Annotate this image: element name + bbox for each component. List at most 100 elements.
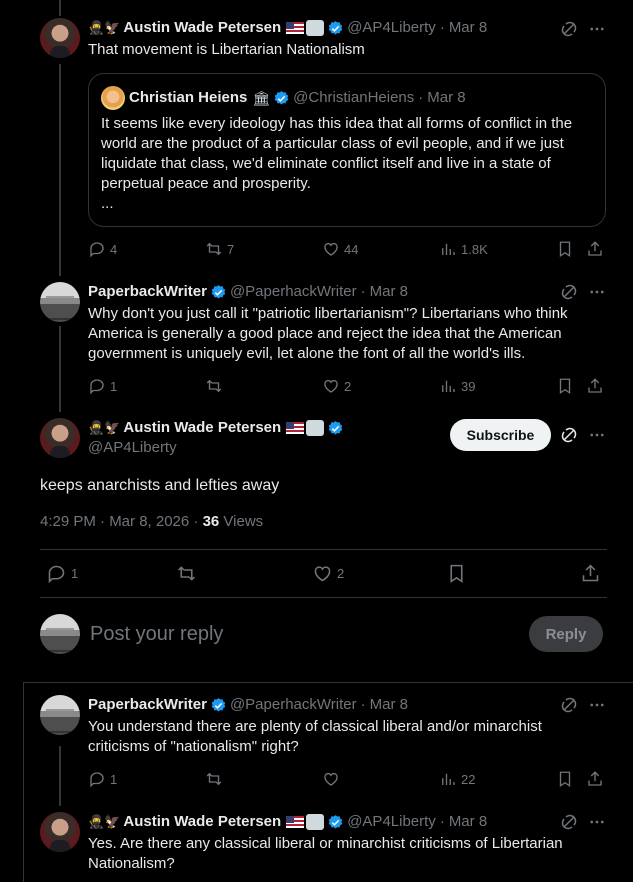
repost-icon <box>178 566 195 581</box>
thread-line <box>59 64 61 276</box>
share-button[interactable] <box>586 770 604 788</box>
avatar[interactable] <box>40 812 80 852</box>
author-handle[interactable]: @AP4Liberty <box>347 18 436 38</box>
analytics-icon <box>442 380 455 392</box>
bookmark-button[interactable] <box>446 563 467 584</box>
share-button[interactable] <box>586 240 604 258</box>
quote-author-handle[interactable]: @ChristianHeiens <box>293 88 414 108</box>
avatar[interactable] <box>40 18 80 58</box>
like-button[interactable]: 44 <box>322 240 358 258</box>
timestamp-text[interactable]: 4:29 PM · Mar 8, 2026 · <box>40 513 203 530</box>
like-count: 2 <box>337 566 345 581</box>
analytics-icon <box>442 243 455 255</box>
name-emoji: 🥷🦅 <box>88 420 121 435</box>
more-options-icon[interactable] <box>588 283 606 306</box>
avatar[interactable] <box>40 418 80 458</box>
views-button[interactable]: 22 <box>439 770 475 788</box>
share-icon <box>582 564 599 582</box>
bookmark-button[interactable] <box>556 770 574 788</box>
views-count: 1.8K <box>461 241 488 257</box>
repost-button[interactable]: 7 <box>205 240 234 258</box>
separator: · <box>418 89 424 106</box>
share-icon <box>588 771 602 786</box>
reply-button[interactable]: 4 <box>88 240 117 258</box>
repost-button[interactable] <box>176 563 201 584</box>
repost-icon <box>206 772 222 786</box>
author-name[interactable]: Austin Wade Petersen <box>123 18 281 38</box>
thread-line <box>59 746 61 806</box>
like-button[interactable]: 2 <box>322 377 351 395</box>
post-date[interactable]: Mar 8 <box>370 282 408 302</box>
subscribe-button[interactable]: Subscribe <box>450 419 551 451</box>
bank-icon: 🏛 <box>252 90 271 106</box>
quote-header: Christian Heiens 🏛 @ChristianHeiens · Ma… <box>129 88 466 108</box>
grok-icon[interactable] <box>560 426 578 449</box>
divider <box>23 682 633 683</box>
reply-icon <box>90 772 104 788</box>
bookmark-button[interactable] <box>556 377 574 395</box>
us-flag-icon <box>286 816 305 828</box>
author-name[interactable]: Austin Wade Petersen <box>123 418 281 438</box>
author-name[interactable]: PaperbackWriter <box>88 695 207 715</box>
repost-count: 7 <box>227 241 235 257</box>
author-handle[interactable]: @PaperhackWriter <box>230 282 357 302</box>
post-text: Why don't you just call it "patriotic li… <box>88 305 568 362</box>
post-date[interactable]: Mar 8 <box>449 812 487 832</box>
divider <box>40 597 607 598</box>
post-header: PaperbackWriter @PaperhackWriter · Mar 8 <box>88 695 408 715</box>
quote-author-name[interactable]: Christian Heiens <box>129 88 247 108</box>
avatar[interactable] <box>40 282 80 322</box>
author-handle[interactable]: @PaperhackWriter <box>230 695 357 715</box>
reply-button[interactable]: 1 <box>88 770 117 788</box>
like-button[interactable] <box>322 770 344 788</box>
author-name[interactable]: PaperbackWriter <box>88 282 207 302</box>
avatar[interactable] <box>40 695 80 735</box>
verified-badge-icon <box>211 284 226 299</box>
post-header: 🥷🦅 Austin Wade Petersen @AP4Liberty · Ma… <box>88 812 487 832</box>
bookmark-button[interactable] <box>556 240 574 258</box>
views-button[interactable]: 39 <box>439 377 475 395</box>
quote-avatar[interactable] <box>101 86 125 110</box>
quoted-post[interactable]: Christian Heiens 🏛 @ChristianHeiens · Ma… <box>88 73 606 227</box>
post-header: 🥷🦅 Austin Wade Petersen @AP4Liberty · Ma… <box>88 18 487 38</box>
quote-text: It seems like every ideology has this id… <box>101 115 573 192</box>
reply-count: 1 <box>110 771 118 787</box>
more-options-icon[interactable] <box>588 426 606 449</box>
reply-input[interactable]: Post your reply <box>90 622 223 646</box>
more-options-icon[interactable] <box>588 696 606 719</box>
post-handle-row: @AP4Liberty <box>88 438 177 458</box>
views-count: 36 <box>202 513 220 530</box>
share-button[interactable] <box>580 563 601 584</box>
views-count: 22 <box>461 771 476 787</box>
repost-button[interactable] <box>205 377 227 395</box>
views-button[interactable]: 1.8K <box>439 240 488 258</box>
like-button[interactable]: 2 <box>312 563 344 584</box>
gi-emoji-icon <box>306 420 325 436</box>
separator: · <box>360 283 366 300</box>
post-date[interactable]: Mar 8 <box>449 18 487 38</box>
separator: · <box>360 696 366 713</box>
reply-button[interactable]: 1 <box>88 377 117 395</box>
repost-button[interactable] <box>205 770 227 788</box>
more-options-icon[interactable] <box>588 813 606 836</box>
reply-count: 1 <box>110 378 118 394</box>
share-icon <box>588 378 602 393</box>
views-label: Views <box>219 513 264 530</box>
thread-line <box>59 326 61 412</box>
post-header: PaperbackWriter @PaperhackWriter · Mar 8 <box>88 282 408 302</box>
my-avatar[interactable] <box>40 614 80 654</box>
author-handle[interactable]: @AP4Liberty <box>88 438 177 458</box>
grok-icon[interactable] <box>560 813 578 836</box>
grok-icon[interactable] <box>560 283 578 306</box>
reply-button[interactable]: 1 <box>46 563 78 584</box>
repost-icon <box>206 242 222 256</box>
grok-icon[interactable] <box>560 696 578 719</box>
author-handle[interactable]: @AP4Liberty <box>347 812 436 832</box>
reply-submit-button[interactable]: Reply <box>529 616 603 652</box>
author-name[interactable]: Austin Wade Petersen <box>123 812 281 832</box>
us-flag-icon <box>286 22 305 34</box>
divider <box>40 549 607 550</box>
share-button[interactable] <box>586 377 604 395</box>
post-text: You understand there are plenty of class… <box>88 718 542 755</box>
post-date[interactable]: Mar 8 <box>370 695 408 715</box>
